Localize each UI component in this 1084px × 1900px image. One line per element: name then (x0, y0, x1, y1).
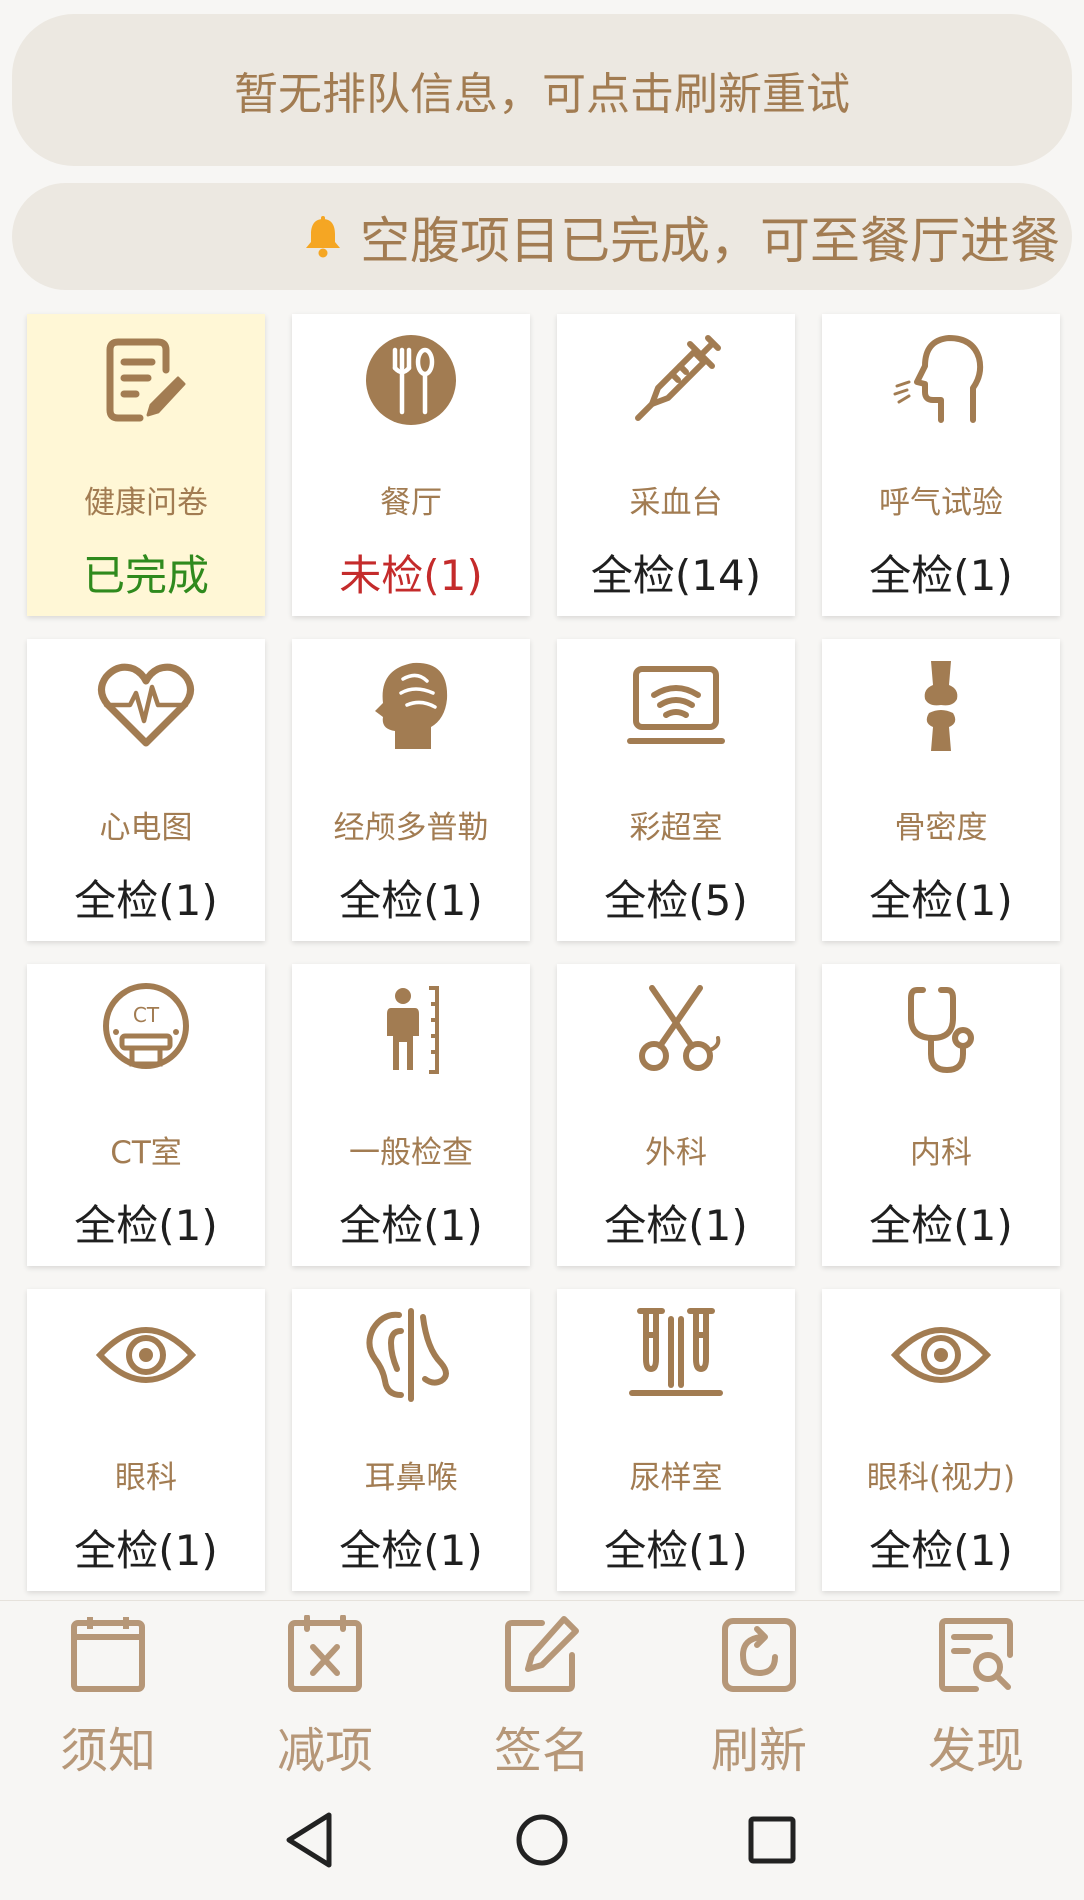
nav-label: 签名 (493, 1723, 590, 1779)
tile-name: 健康问卷 (84, 485, 208, 521)
tile-name: 采血台 (629, 485, 723, 521)
tile-ophthalmology[interactable]: 眼科 全检(1) (27, 1289, 265, 1591)
tile-status: 全检(1) (74, 1201, 218, 1250)
tile-urine-lab[interactable]: 尿样室 全检(1) (557, 1289, 795, 1591)
tile-status: 全检(1) (74, 1526, 218, 1575)
tile-name: 心电图 (99, 810, 193, 846)
tile-blood-draw[interactable]: 采血台 全检(14) (557, 314, 795, 616)
tile-name: 内科 (910, 1135, 972, 1171)
tile-health-questionnaire[interactable]: 健康问卷 已完成 (27, 314, 265, 616)
height-measure-icon (387, 986, 439, 1074)
tile-name: 经颅多普勒 (333, 810, 489, 846)
tile-status: 全检(1) (339, 1526, 483, 1575)
tile-name: 尿样室 (629, 1460, 723, 1496)
tile-name: CT室 (110, 1135, 182, 1171)
exam-item-grid: 健康问卷 已完成 餐厅 未检(1) 采血台 全检(14) 呼气试验 全检(1) … (27, 314, 1060, 1591)
ct-icon-label: CT (133, 1003, 160, 1027)
tile-status: 全检(1) (869, 1201, 1013, 1250)
tile-status: 全检(1) (869, 551, 1013, 600)
tile-ent[interactable]: 耳鼻喉 全检(1) (292, 1289, 530, 1591)
nav-label: 减项 (276, 1723, 373, 1779)
questionnaire-icon (106, 338, 186, 422)
ear-nose-icon (366, 1308, 449, 1402)
notice-icon (71, 1617, 145, 1692)
tile-bone-density[interactable]: 骨密度 全检(1) (822, 639, 1060, 941)
bone-icon (924, 661, 958, 751)
scissors-icon (639, 985, 721, 1071)
signature-icon (505, 1616, 579, 1692)
syringe-icon (635, 335, 721, 421)
back-triangle-icon[interactable] (277, 1805, 347, 1875)
tile-status: 全检(1) (604, 1526, 748, 1575)
eye-icon (96, 1327, 196, 1383)
tile-name: 呼气试验 (879, 485, 1003, 521)
tile-ct-room[interactable]: CT CT室 全检(1) (27, 964, 265, 1266)
tile-status: 全检(1) (869, 876, 1013, 925)
notice-text: 空腹项目已完成，可至餐厅进餐 (360, 211, 1060, 270)
nav-notice[interactable]: 须知 (33, 1615, 183, 1779)
nav-refresh[interactable]: 刷新 (684, 1615, 834, 1779)
nav-discover[interactable]: 发现 (901, 1615, 1051, 1779)
bottom-navigation: 须知 减项 签名 刷新 发现 (0, 1600, 1084, 1779)
ultrasound-icon (627, 666, 725, 744)
home-circle-icon[interactable] (507, 1805, 577, 1875)
tile-general-exam[interactable]: 一般检查 全检(1) (292, 964, 530, 1266)
nav-remove-item[interactable]: 减项 (250, 1615, 400, 1779)
system-navigation-bar (0, 1780, 1084, 1900)
head-brain-icon (375, 662, 448, 749)
tile-status: 全检(1) (339, 876, 483, 925)
tile-status: 已完成 (82, 551, 209, 600)
tile-transcranial-doppler[interactable]: 经颅多普勒 全检(1) (292, 639, 530, 941)
tile-name: 彩超室 (629, 810, 723, 846)
tile-status: 全检(1) (604, 1201, 748, 1250)
tile-name: 一般检查 (349, 1135, 473, 1171)
notice-marquee: 空腹项目已完成，可至餐厅进餐 (12, 183, 1072, 290)
heart-ecg-icon (98, 663, 194, 747)
discover-icon (939, 1618, 1013, 1692)
tile-name: 眼科 (115, 1460, 177, 1496)
nav-label: 须知 (59, 1723, 156, 1779)
nav-signature[interactable]: 签名 (467, 1615, 617, 1779)
tile-breath-test[interactable]: 呼气试验 全检(1) (822, 314, 1060, 616)
bell-icon (306, 215, 340, 257)
tile-name: 外科 (645, 1135, 707, 1171)
ct-scanner-icon: CT (103, 983, 189, 1069)
refresh-icon (722, 1618, 796, 1692)
queue-status-banner[interactable]: 暂无排队信息，可点击刷新重试 (12, 14, 1072, 166)
tile-status: 全检(1) (74, 876, 218, 925)
remove-item-icon (288, 1615, 362, 1692)
tile-name: 耳鼻喉 (364, 1460, 458, 1496)
tile-status: 全检(1) (869, 1526, 1013, 1575)
recents-square-icon[interactable] (737, 1805, 807, 1875)
tile-name: 骨密度 (894, 810, 988, 846)
breath-test-icon (893, 335, 984, 423)
nav-label: 发现 (927, 1723, 1024, 1779)
tile-internal-medicine[interactable]: 内科 全检(1) (822, 964, 1060, 1266)
tile-status: 未检(1) (339, 551, 483, 600)
tile-surgery[interactable]: 外科 全检(1) (557, 964, 795, 1266)
tile-status: 全检(5) (604, 876, 748, 925)
tile-status: 全检(14) (590, 551, 762, 600)
tile-name: 眼科(视力) (866, 1460, 1016, 1496)
tile-restaurant[interactable]: 餐厅 未检(1) (292, 314, 530, 616)
tile-ultrasound[interactable]: 彩超室 全检(5) (557, 639, 795, 941)
nav-label: 刷新 (710, 1723, 807, 1779)
tile-name: 餐厅 (380, 485, 442, 521)
fork-spoon-icon (366, 335, 456, 425)
stethoscope-icon (908, 987, 974, 1074)
tile-ophthalmology-vision[interactable]: 眼科(视力) 全检(1) (822, 1289, 1060, 1591)
queue-status-text: 暂无排队信息，可点击刷新重试 (234, 69, 850, 120)
test-tubes-icon (629, 1308, 723, 1396)
tile-status: 全检(1) (339, 1201, 483, 1250)
eye-icon (891, 1327, 991, 1383)
tile-ecg[interactable]: 心电图 全检(1) (27, 639, 265, 941)
